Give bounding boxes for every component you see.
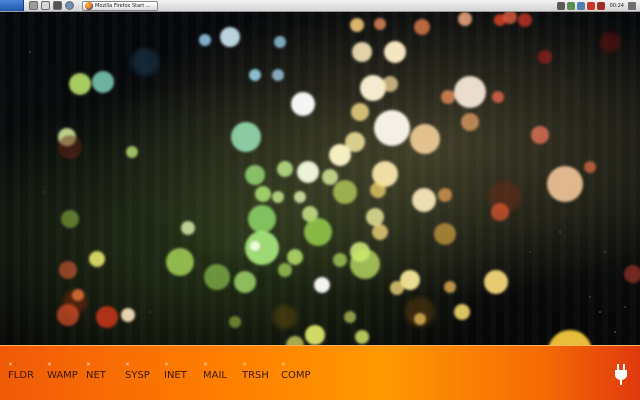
dock-item-label: MAIL — [203, 370, 227, 381]
dock-marker-icon: ✕ — [125, 361, 131, 368]
shield-icon[interactable] — [596, 1, 605, 10]
start-button[interactable] — [0, 0, 24, 11]
desktop-wallpaper — [0, 12, 640, 345]
bottom-dock: ✕ FLDR ✕ WAMP ✕ NET ✕ SYSP ✕ INET ✕ MAIL… — [0, 345, 640, 400]
folder-icon[interactable] — [29, 1, 38, 10]
dock-items: ✕ FLDR ✕ WAMP ✕ NET ✕ SYSP ✕ INET ✕ MAIL… — [6, 362, 318, 390]
show-desktop-icon[interactable] — [628, 1, 636, 10]
dock-item-inet[interactable]: ✕ INET — [162, 362, 201, 390]
dock-item-label: SYSP — [125, 370, 150, 381]
dock-item-label: NET — [86, 370, 106, 381]
dock-item-comp[interactable]: ✕ COMP — [279, 362, 318, 390]
update-icon[interactable] — [556, 1, 565, 10]
dock-item-label: WAMP — [47, 370, 78, 381]
firefox-icon — [85, 1, 93, 10]
dock-item-label: TRSH — [242, 370, 269, 381]
system-tray: 00:24 — [556, 1, 640, 10]
quick-launch-bar — [29, 1, 74, 10]
dock-item-wamp[interactable]: ✕ WAMP — [45, 362, 84, 390]
taskbar-item-label: Mozilla Firefox Start ... — [95, 2, 151, 9]
taskbar-item-firefox[interactable]: Mozilla Firefox Start ... — [82, 0, 158, 11]
dock-marker-icon: ✕ — [8, 361, 14, 368]
alert-icon[interactable] — [586, 1, 595, 10]
dock-marker-icon: ✕ — [242, 361, 248, 368]
bokeh-wallpaper — [29, 12, 640, 345]
volume-icon[interactable] — [576, 1, 585, 10]
dock-marker-icon: ✕ — [86, 361, 92, 368]
dock-item-label: INET — [164, 370, 187, 381]
terminal-icon[interactable] — [53, 1, 62, 10]
dock-item-trsh[interactable]: ✕ TRSH — [240, 362, 279, 390]
dock-marker-icon: ✕ — [164, 361, 170, 368]
dock-item-label: COMP — [281, 370, 311, 381]
document-icon[interactable] — [41, 1, 50, 10]
power-plug-icon[interactable] — [612, 363, 630, 385]
dock-item-net[interactable]: ✕ NET — [84, 362, 123, 390]
dock-item-mail[interactable]: ✕ MAIL — [201, 362, 240, 390]
globe-icon[interactable] — [65, 1, 74, 10]
clock[interactable]: 00:24 — [610, 3, 624, 9]
dock-marker-icon: ✕ — [47, 361, 53, 368]
dock-marker-icon: ✕ — [281, 361, 287, 368]
dock-marker-icon: ✕ — [203, 361, 209, 368]
top-taskbar: Mozilla Firefox Start ... 00:24 — [0, 0, 640, 12]
dock-item-fldr[interactable]: ✕ FLDR — [6, 362, 45, 390]
dock-item-sysp[interactable]: ✕ SYSP — [123, 362, 162, 390]
dock-item-label: FLDR — [8, 370, 34, 381]
network-icon[interactable] — [566, 1, 575, 10]
